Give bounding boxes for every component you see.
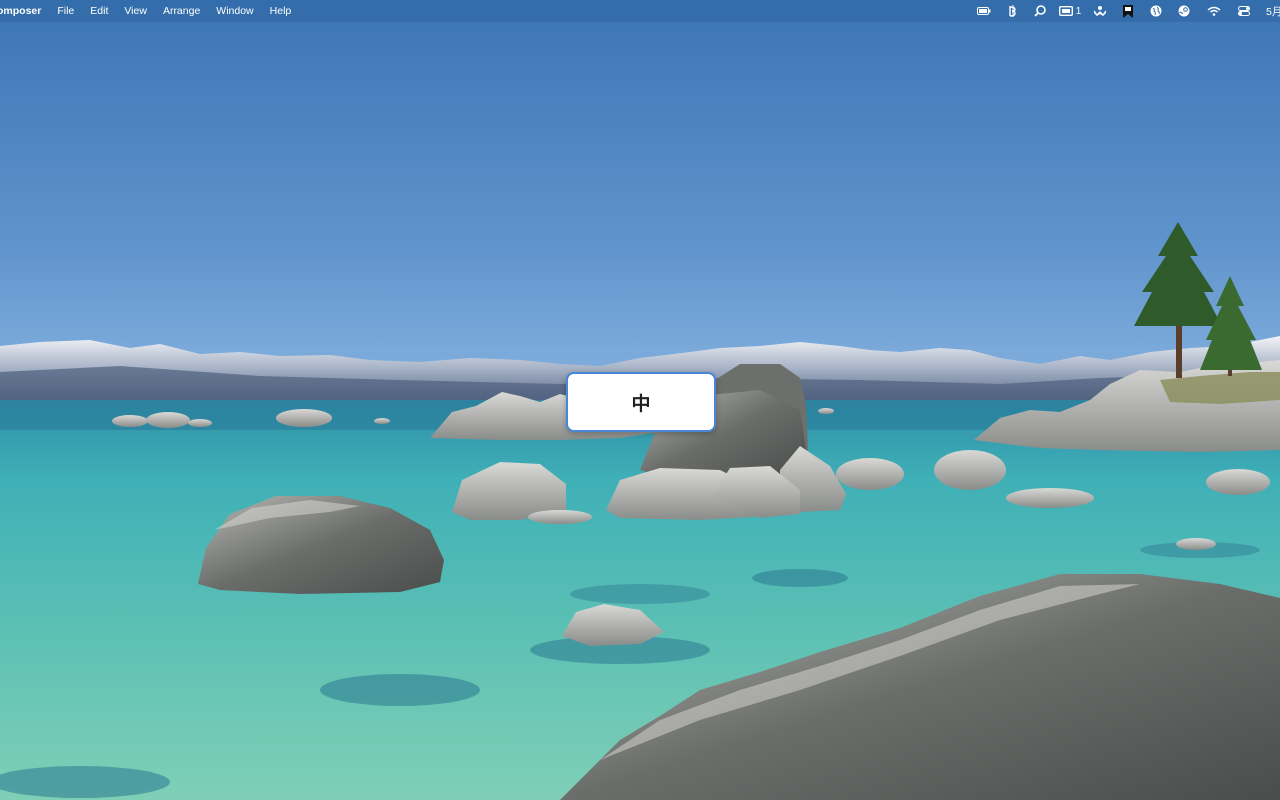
search-assistant-icon[interactable] bbox=[1026, 0, 1054, 22]
accessibility-icon[interactable] bbox=[998, 0, 1026, 22]
menu-help[interactable]: Help bbox=[270, 5, 292, 17]
desktop: omposer File Edit View Arrange Window He… bbox=[0, 0, 1280, 800]
menu-arrange[interactable]: Arrange bbox=[163, 5, 200, 17]
display-icon[interactable]: 1 bbox=[1054, 0, 1086, 22]
menu-edit[interactable]: Edit bbox=[90, 5, 108, 17]
bookmark-icon[interactable] bbox=[1114, 0, 1142, 22]
globe-icon[interactable] bbox=[1142, 0, 1170, 22]
steam-icon[interactable] bbox=[1170, 0, 1198, 22]
menu-file[interactable]: File bbox=[57, 5, 74, 17]
control-center-icon[interactable] bbox=[1230, 0, 1258, 22]
menu-bar: omposer File Edit View Arrange Window He… bbox=[0, 0, 1280, 22]
menu-view[interactable]: View bbox=[124, 5, 147, 17]
menubar-clock[interactable]: 5月 bbox=[1266, 4, 1280, 19]
menu-window[interactable]: Window bbox=[216, 5, 253, 17]
input-method-label: 中 bbox=[631, 392, 651, 415]
display-count: 1 bbox=[1075, 5, 1082, 17]
input-method-indicator: 中 bbox=[566, 372, 716, 432]
cloud-sync-icon[interactable] bbox=[1086, 0, 1114, 22]
status-menu-area: 1 5月 bbox=[970, 0, 1280, 22]
battery-icon[interactable] bbox=[970, 0, 998, 22]
wifi-icon[interactable] bbox=[1198, 0, 1230, 22]
app-menu[interactable]: omposer bbox=[0, 5, 41, 17]
